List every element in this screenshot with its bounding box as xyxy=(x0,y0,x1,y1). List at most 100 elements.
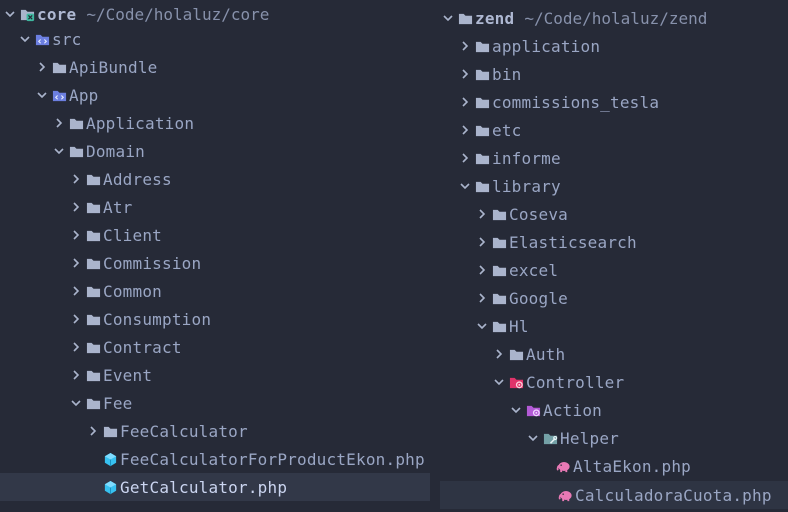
folder-icon xyxy=(85,311,101,327)
chevron-right-icon[interactable] xyxy=(68,283,84,299)
tree-item-src[interactable]: src xyxy=(0,25,432,53)
tree-item-label: Coseva xyxy=(509,204,568,224)
chevron-right-icon[interactable] xyxy=(474,234,490,250)
chevron-down-icon[interactable] xyxy=(51,143,67,159)
chevron-right-icon[interactable] xyxy=(68,227,84,243)
root-name: zend xyxy=(475,8,515,28)
tree-item-feecalculator[interactable]: FeeCalculator xyxy=(0,417,432,445)
chevron-right-icon[interactable] xyxy=(457,150,473,166)
tree-item-client[interactable]: Client xyxy=(0,221,432,249)
tree-item-atr[interactable]: Atr xyxy=(0,193,432,221)
folder-icon xyxy=(474,150,490,166)
tree-item-bin[interactable]: bin xyxy=(438,60,788,88)
php-elephant-icon xyxy=(555,458,571,474)
folder-icon xyxy=(85,227,101,243)
tree-item-controller[interactable]: Controller xyxy=(438,368,788,396)
tree-file-calculadoracuota[interactable]: CalculadoraCuota.php xyxy=(440,481,788,509)
chevron-right-icon[interactable] xyxy=(474,290,490,306)
chevron-right-icon[interactable] xyxy=(68,311,84,327)
tree-root-core[interactable]: core ~/Code/holaluz/core xyxy=(0,0,432,28)
tree-item-coseva[interactable]: Coseva xyxy=(438,200,788,228)
folder-icon xyxy=(474,122,490,138)
tree-item-commission[interactable]: Commission xyxy=(0,249,432,277)
tree-item-google[interactable]: Google xyxy=(438,284,788,312)
chevron-down-icon[interactable] xyxy=(2,6,18,22)
tree-item-auth[interactable]: Auth xyxy=(438,340,788,368)
tree-item-label: Auth xyxy=(526,344,566,364)
chevron-down-icon[interactable] xyxy=(457,178,473,194)
chevron-right-icon[interactable] xyxy=(457,122,473,138)
tree-item-app[interactable]: App xyxy=(0,81,432,109)
tree-item-common[interactable]: Common xyxy=(0,277,432,305)
tree-item-event[interactable]: Event xyxy=(0,361,432,389)
folder-icon xyxy=(85,199,101,215)
folder-icon xyxy=(85,171,101,187)
tree-item-apibundle[interactable]: ApiBundle xyxy=(0,53,432,81)
tree-item-hl[interactable]: Hl xyxy=(438,312,788,340)
tree-item-label: Commission xyxy=(103,253,202,273)
chevron-down-icon[interactable] xyxy=(474,318,490,334)
tree-item-label: Helper xyxy=(560,428,619,448)
tree-item-label: src xyxy=(52,29,82,49)
chevron-right-icon[interactable] xyxy=(474,206,490,222)
chevron-down-icon[interactable] xyxy=(508,402,524,418)
folder-icon xyxy=(491,318,507,334)
tree-item-application[interactable]: Application xyxy=(0,109,432,137)
tree-root-zend[interactable]: zend ~/Code/holaluz/zend xyxy=(438,4,788,32)
tree-item-library[interactable]: library xyxy=(438,172,788,200)
tree-item-address[interactable]: Address xyxy=(0,165,432,193)
tree-item-label: Controller xyxy=(526,372,625,392)
folder-icon xyxy=(85,395,101,411)
tree-item-domain[interactable]: Domain xyxy=(0,137,432,165)
folder-icon xyxy=(474,94,490,110)
chevron-right-icon[interactable] xyxy=(68,171,84,187)
tree-item-label: Fee xyxy=(103,393,133,413)
tree-item-label: Event xyxy=(103,365,153,385)
chevron-right-icon[interactable] xyxy=(85,423,101,439)
tree-item-application[interactable]: application xyxy=(438,32,788,60)
root-path: ~/Code/holaluz/zend xyxy=(524,8,708,28)
chevron-down-icon[interactable] xyxy=(525,430,541,446)
tree-item-label: Atr xyxy=(103,197,133,217)
tree-item-elasticsearch[interactable]: Elasticsearch xyxy=(438,228,788,256)
chevron-down-icon[interactable] xyxy=(17,31,33,47)
tree-item-label: excel xyxy=(509,260,559,280)
tree-item-helper[interactable]: Helper xyxy=(438,424,788,452)
chevron-right-icon[interactable] xyxy=(68,255,84,271)
tree-item-fee[interactable]: Fee xyxy=(0,389,432,417)
chevron-down-icon[interactable] xyxy=(440,10,456,26)
chevron-down-icon[interactable] xyxy=(491,374,507,390)
chevron-down-icon[interactable] xyxy=(68,395,84,411)
chevron-right-icon[interactable] xyxy=(457,38,473,54)
chevron-right-icon[interactable] xyxy=(68,199,84,215)
chevron-right-icon[interactable] xyxy=(457,66,473,82)
tree-file-altaekon[interactable]: AltaEkon.php xyxy=(438,452,788,480)
chevron-right-icon[interactable] xyxy=(68,339,84,355)
chevron-right-icon[interactable] xyxy=(474,262,490,278)
tree-item-label: library xyxy=(492,176,561,196)
folder-icon xyxy=(491,262,507,278)
tree-file-getcalculator[interactable]: GetCalculator.php xyxy=(0,473,430,501)
tree-item-consumption[interactable]: Consumption xyxy=(0,305,432,333)
tree-file-label: AltaEkon.php xyxy=(573,456,691,476)
chevron-right-icon[interactable] xyxy=(51,115,67,131)
tree-file-feecalculatorforproductekon[interactable]: FeeCalculatorForProductEkon.php xyxy=(0,445,432,473)
tree-item-action[interactable]: Action xyxy=(438,396,788,424)
chevron-down-icon[interactable] xyxy=(34,87,50,103)
tree-item-excel[interactable]: excel xyxy=(438,256,788,284)
action-folder-icon xyxy=(525,402,541,418)
tree-item-contract[interactable]: Contract xyxy=(0,333,432,361)
tree-item-label: Contract xyxy=(103,337,182,357)
chevron-right-icon[interactable] xyxy=(34,59,50,75)
chevron-right-icon[interactable] xyxy=(68,367,84,383)
chevron-right-icon[interactable] xyxy=(457,94,473,110)
tree-item-label: ApiBundle xyxy=(69,57,158,77)
controller-folder-icon xyxy=(508,374,524,390)
folder-icon xyxy=(491,290,507,306)
tree-item-etc[interactable]: etc xyxy=(438,116,788,144)
folder-icon xyxy=(474,38,490,54)
tree-item-informe[interactable]: informe xyxy=(438,144,788,172)
tree-item-commissions-tesla[interactable]: commissions_tesla xyxy=(438,88,788,116)
tree-item-label: application xyxy=(492,36,601,56)
chevron-right-icon[interactable] xyxy=(491,346,507,362)
